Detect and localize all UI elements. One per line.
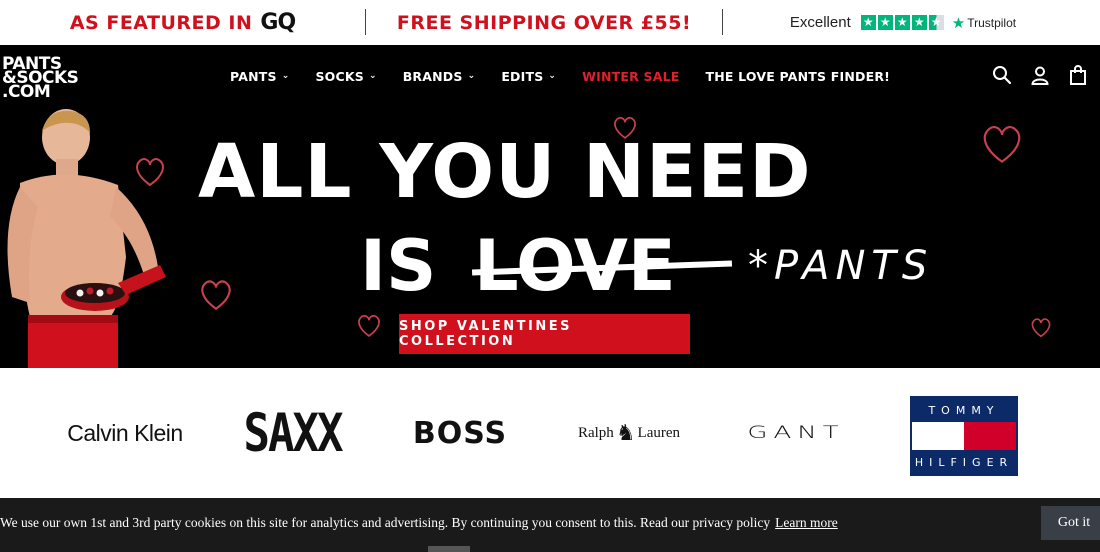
hero-headline: ALL YOU NEED — [198, 129, 812, 215]
brand-gant[interactable]: GANT — [730, 391, 862, 476]
main-menu: PANTS ⌄ SOCKS ⌄ BRANDS ⌄ EDITS ⌄ WINTER … — [230, 45, 916, 107]
gq-logo: GQ — [260, 10, 296, 35]
shipping-text: FREE SHIPPING OVER £55! — [396, 11, 692, 34]
star-icon: ★ — [911, 15, 927, 30]
tommy-bottom-label: HILFIGER — [912, 450, 1016, 474]
cookie-banner: We use our own 1st and 3rd party cookies… — [0, 498, 1100, 552]
menu-item-edits[interactable]: EDITS ⌄ — [501, 69, 556, 84]
chevron-down-icon: ⌄ — [467, 71, 476, 81]
search-icon[interactable] — [992, 65, 1012, 85]
menu-item-label: EDITS — [501, 68, 544, 84]
chevron-down-icon: ⌄ — [368, 71, 377, 81]
brand-strip: Calvin Klein SAXX BOSS Ralph ♞ Lauren GA… — [0, 368, 1100, 498]
bag-icon[interactable] — [1068, 65, 1088, 85]
brand-ralph-lauren[interactable]: Ralph ♞ Lauren — [572, 368, 686, 498]
account-icon[interactable] — [1030, 65, 1050, 85]
menu-item-label: THE LOVE PANTS FINDER! — [705, 68, 891, 84]
hero-banner[interactable]: ALL YOU NEED IS LOVE *PANTS SHOP VALENTI… — [0, 107, 1100, 368]
brand-boss[interactable]: BOSS — [410, 368, 510, 498]
star-icon: ★ — [860, 15, 876, 30]
hero-headline-pants: *PANTS — [748, 243, 934, 289]
tommy-flag-icon — [912, 422, 1016, 450]
trustpilot-stars: ★ ★ ★ ★ ★ — [860, 15, 944, 30]
menu-item-winter-sale[interactable]: WINTER SALE — [582, 69, 679, 84]
brand-tommy-hilfiger[interactable]: TOMMY HILFIGER — [910, 396, 1018, 476]
menu-item-pants[interactable]: PANTS ⌄ — [230, 69, 289, 84]
menu-item-label: WINTER SALE — [582, 68, 680, 84]
trustpilot-widget[interactable]: Excellent ★ ★ ★ ★ ★ ★ Trustpilot — [723, 0, 1083, 45]
polo-player-icon: ♞ — [615, 420, 636, 445]
trustpilot-rating: Excellent — [789, 14, 851, 31]
heart-doodle-icon — [983, 126, 1021, 163]
brand-saxx[interactable]: SAXX — [240, 355, 345, 511]
menu-item-label: PANTS — [230, 68, 277, 84]
cookie-text: We use our own 1st and 3rd party cookies… — [0, 515, 771, 530]
star-icon: ★ — [894, 15, 910, 30]
main-header: PANTS &SOCKS .COM PANTS ⌄ SOCKS ⌄ BRANDS… — [0, 45, 1100, 107]
heart-doodle-icon — [1031, 318, 1051, 338]
chevron-down-icon: ⌄ — [281, 71, 290, 81]
brand-ralph-word: Ralph — [577, 424, 614, 441]
featured-text: AS FEATURED IN — [69, 11, 253, 34]
promo-bar: AS FEATURED IN GQ FREE SHIPPING OVER £55… — [0, 0, 1100, 45]
menu-item-label: BRANDS — [402, 68, 463, 84]
star-icon: ★ — [877, 15, 893, 30]
menu-item-socks[interactable]: SOCKS ⌄ — [315, 69, 376, 84]
shop-valentines-button[interactable]: SHOP VALENTINES COLLECTION — [399, 314, 690, 354]
heart-doodle-icon — [201, 280, 231, 311]
cookie-accept-button[interactable]: Got it — [1041, 506, 1100, 540]
menu-item-label: SOCKS — [315, 68, 364, 84]
menu-item-love-pants-finder[interactable]: THE LOVE PANTS FINDER! — [706, 69, 891, 84]
tommy-top-label: TOMMY — [912, 398, 1016, 422]
trustpilot-label: Trustpilot — [967, 15, 1017, 30]
featured-in: AS FEATURED IN GQ — [0, 0, 365, 45]
chevron-down-icon: ⌄ — [548, 71, 557, 81]
hero-headline-is: IS — [360, 225, 437, 307]
free-shipping: FREE SHIPPING OVER £55! — [366, 0, 722, 45]
heart-doodle-icon — [358, 314, 380, 337]
trustpilot-logo: ★ Trustpilot — [952, 14, 1016, 32]
header-icons — [992, 65, 1088, 85]
site-logo[interactable]: PANTS &SOCKS .COM — [2, 56, 79, 101]
cookie-message: We use our own 1st and 3rd party cookies… — [0, 515, 838, 531]
trustpilot-star-icon: ★ — [951, 14, 966, 32]
heart-doodle-icon — [136, 158, 164, 187]
scroll-indicator — [428, 546, 470, 552]
brand-calvin-klein[interactable]: Calvin Klein — [60, 368, 190, 498]
learn-more-link[interactable]: Learn more — [775, 515, 838, 530]
half-star-icon: ★ — [928, 15, 944, 30]
brand-lauren-word: Lauren — [637, 424, 681, 441]
model-image — [7, 109, 166, 368]
menu-item-brands[interactable]: BRANDS ⌄ — [403, 69, 476, 84]
